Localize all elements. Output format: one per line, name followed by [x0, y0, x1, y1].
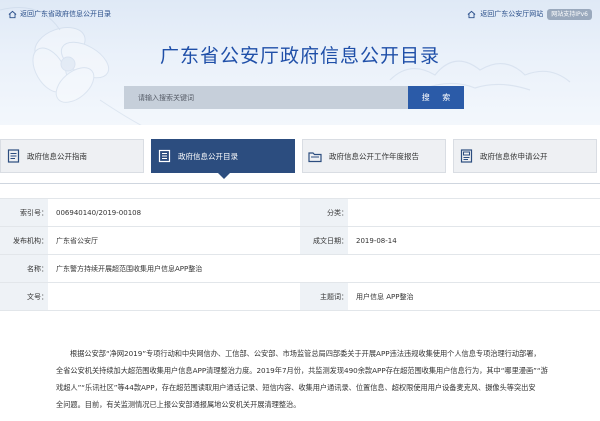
search-button[interactable]: 搜 索 — [408, 86, 464, 109]
subject-label: 主题词： — [300, 283, 348, 310]
ipv6-badge: 网站支持IPv6 — [547, 8, 592, 20]
name-value: 广东警方持续开展超范围收集用户信息APP整治 — [56, 264, 203, 273]
index-value: 006940140/2019-00108 — [56, 208, 142, 217]
subject-value: 用户信息 APP整治 — [356, 292, 414, 301]
active-tab-pointer — [218, 173, 230, 179]
category-value — [348, 199, 600, 226]
back-to-catalog-link[interactable]: 返回广东省政府信息公开目录 — [8, 8, 111, 20]
tab-label: 政府信息公开指南 — [27, 151, 87, 161]
tab-label: 政府信息公开工作年度报告 — [329, 151, 419, 161]
search-bar: 搜 索 — [124, 86, 464, 109]
document-icon — [7, 149, 19, 163]
tab-disclosure-catalog[interactable]: 政府信息公开目录 — [151, 139, 295, 179]
article-line: 戏超人”“乐讯社区”等44款APP，存在超范围读取用户通话记录、短信内容、收集用… — [56, 383, 536, 392]
section-divider — [0, 183, 600, 184]
return-site-link[interactable]: 返回广东公安厅网站 — [480, 9, 543, 19]
topbar-right: 返回广东公安厅网站 网站支持IPv6 — [467, 8, 592, 20]
site-header: 返回广东省政府信息公开目录 返回广东公安厅网站 网站支持IPv6 广东省公安厅政… — [0, 0, 600, 125]
tab-disclosure-guide[interactable]: 政府信息公开指南 — [0, 139, 144, 173]
catalog-icon — [158, 149, 170, 163]
index-label: 索引号： — [0, 199, 48, 226]
name-label: 名称： — [0, 255, 48, 282]
category-label: 分类： — [300, 199, 348, 226]
page-title: 广东省公安厅政府信息公开目录 — [159, 45, 440, 67]
docno-value — [48, 283, 300, 310]
publisher-value: 广东省公安厅 — [56, 236, 98, 245]
meta-row: 文号： 主题词： 用户信息 APP整治 — [0, 283, 600, 311]
tab-application-disclosure[interactable]: 政府信息依申请公开 — [453, 139, 597, 173]
date-value: 2019-08-14 — [356, 236, 397, 245]
metadata-table: 索引号： 006940140/2019-00108 分类： 发布机构： 广东省公… — [0, 198, 600, 311]
meta-row: 发布机构： 广东省公安厅 成文日期： 2019-08-14 — [0, 227, 600, 255]
tab-label: 政府信息公开目录 — [178, 151, 238, 161]
article-line: 全问题。目前，有关监测情况已上报公安部通报属地公安机关开展清理整治。 — [56, 400, 301, 409]
tab-label: 政府信息依申请公开 — [480, 151, 548, 161]
application-icon — [460, 149, 472, 163]
main-nav: 政府信息公开指南 政府信息公开目录 政府信息公开工作年度报告 政府信息依申请公开 — [0, 139, 600, 179]
date-label: 成文日期： — [300, 227, 348, 254]
back-link-label: 返回广东省政府信息公开目录 — [20, 10, 111, 18]
article-line: 根据公安部“净网2019”专项行动和中央网信办、工信部、公安部、市场监管总局四部… — [70, 349, 541, 358]
home-icon — [8, 10, 17, 18]
meta-row: 索引号： 006940140/2019-00108 分类： — [0, 199, 600, 227]
search-input[interactable] — [124, 86, 408, 109]
docno-label: 文号： — [0, 283, 48, 310]
home-icon — [467, 10, 476, 18]
article-line: 全省公安机关持续加大超范围收集用户信息APP清理整治力度。2019年7月份，共监… — [56, 366, 548, 375]
folder-icon — [308, 151, 322, 162]
publisher-label: 发布机构： — [0, 227, 48, 254]
article-body: 根据公安部“净网2019”专项行动和中央网信办、工信部、公安部、市场监管总局四部… — [56, 345, 598, 413]
meta-row: 名称： 广东警方持续开展超范围收集用户信息APP整治 — [0, 255, 600, 283]
tab-annual-report[interactable]: 政府信息公开工作年度报告 — [302, 139, 446, 173]
